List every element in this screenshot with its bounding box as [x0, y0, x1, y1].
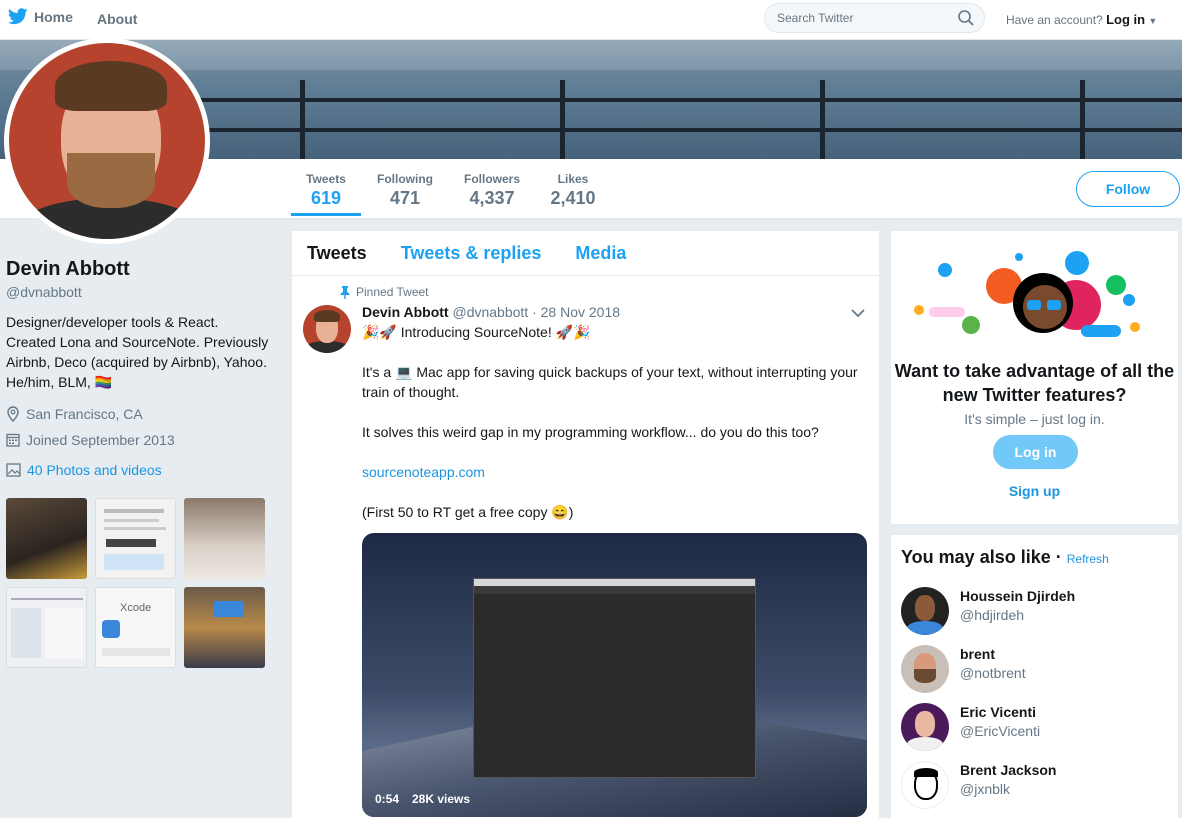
- user-avatar[interactable]: [901, 587, 949, 635]
- image-icon: [6, 463, 21, 477]
- user-name: brent: [960, 646, 995, 662]
- user-avatar[interactable]: [901, 645, 949, 693]
- tab-tweets[interactable]: Tweets: [307, 243, 367, 264]
- profile-avatar[interactable]: [4, 38, 210, 244]
- tweet-text: 🎉🚀 Introducing SourceNote! 🚀🎉 It's a 💻 M…: [362, 322, 872, 542]
- stat-likes[interactable]: Likes 2,410: [544, 172, 602, 209]
- suggested-user[interactable]: Houssein Djirdeh @hdjirdeh: [901, 587, 1171, 637]
- suggested-user[interactable]: Brent Jackson @jxnblk: [901, 761, 1171, 811]
- pinned-text: Pinned Tweet: [356, 285, 429, 299]
- joined-text: Joined September 2013: [26, 432, 175, 448]
- account-prompt: Have an account?: [1006, 13, 1103, 27]
- tweet-handle-date[interactable]: @dvnabbott · 28 Nov 2018: [452, 304, 620, 320]
- caret-down-icon[interactable]: ▼: [1148, 16, 1157, 26]
- profile-location: San Francisco, CA: [6, 406, 276, 422]
- video-views: 28K views: [412, 792, 471, 806]
- photo-thumbnail[interactable]: Xcode: [95, 587, 176, 668]
- photo-thumbnail[interactable]: [184, 498, 265, 579]
- user-handle: @jxnblk: [960, 781, 1011, 797]
- suggested-user[interactable]: brent @notbrent: [901, 645, 1171, 695]
- tweet-link[interactable]: sourcenoteapp.com: [362, 462, 872, 482]
- user-name: Houssein Djirdeh: [960, 588, 1076, 604]
- stat-label: Likes: [557, 172, 589, 186]
- login-dropdown[interactable]: Log in: [1106, 12, 1145, 27]
- suggestions-card: You may also like · Refresh Houssein Dji…: [891, 535, 1178, 818]
- tweet-video[interactable]: 0:54 28K views: [362, 533, 867, 817]
- search-icon[interactable]: [958, 10, 974, 26]
- account-area: Have an account? Log in ▼: [1006, 12, 1157, 27]
- user-avatar[interactable]: [901, 703, 949, 751]
- tweet-line: It solves this weird gap in my programmi…: [362, 424, 819, 440]
- search-input[interactable]: [777, 11, 937, 25]
- about-link[interactable]: About: [97, 11, 137, 27]
- pin-icon: [340, 285, 350, 299]
- signup-headline: Want to take advantage of all the new Tw…: [894, 361, 1175, 405]
- profile-sidebar: Devin Abbott @dvnabbott Designer/develop…: [6, 258, 276, 478]
- suggestions-header: You may also like · Refresh: [901, 547, 1109, 567]
- stat-value: 2,410: [550, 188, 596, 208]
- stat-label: Followers: [463, 172, 520, 186]
- tweet-author-name[interactable]: Devin Abbott: [362, 304, 449, 320]
- chevron-down-icon[interactable]: [851, 309, 865, 318]
- stat-following[interactable]: Following 471: [372, 172, 438, 209]
- photo-grid: Xcode: [6, 498, 266, 668]
- tweet-line: It's a 💻 Mac app for saving quick backup…: [362, 364, 858, 400]
- stat-label: Tweets: [306, 172, 346, 186]
- tab-tweets-replies[interactable]: Tweets & replies: [401, 243, 542, 264]
- tweet-header: Devin Abbott @dvnabbott · 28 Nov 2018: [362, 304, 620, 320]
- profile-name[interactable]: Devin Abbott: [6, 258, 276, 281]
- stat-followers[interactable]: Followers 4,337: [458, 172, 526, 209]
- profile-joined: Joined September 2013: [6, 432, 276, 448]
- tab-media[interactable]: Media: [575, 243, 626, 264]
- signup-card: Want to take advantage of all the new Tw…: [891, 231, 1178, 524]
- profile-handle[interactable]: @dvnabbott: [6, 284, 276, 300]
- user-avatar[interactable]: [901, 761, 949, 809]
- tweet-line: (First 50 to RT get a free copy 😄): [362, 504, 574, 520]
- tweet-line: 🎉🚀 Introducing SourceNote! 🚀🎉: [362, 324, 591, 340]
- timeline: Tweets Tweets & replies Media Pinned Twe…: [292, 231, 879, 818]
- signup-subtext: It's simple – just log in.: [964, 411, 1105, 427]
- stat-label: Following: [377, 172, 433, 186]
- features-illustration: [914, 251, 1140, 337]
- suggestions-title: You may also like: [901, 547, 1051, 567]
- stat-value: 4,337: [469, 188, 515, 208]
- stat-value: 619: [310, 188, 342, 208]
- follow-button[interactable]: Follow: [1076, 171, 1180, 207]
- photos-videos-link[interactable]: 40 Photos and videos: [6, 462, 276, 478]
- refresh-link[interactable]: Refresh: [1067, 552, 1109, 566]
- video-duration: 0:54: [375, 792, 400, 806]
- user-name: Eric Vicenti: [960, 704, 1037, 720]
- login-button[interactable]: Log in: [993, 435, 1078, 469]
- pinned-tweet-label: Pinned Tweet: [340, 285, 429, 299]
- user-handle: @EricVicenti: [960, 723, 1041, 739]
- stat-tweets[interactable]: Tweets 619: [291, 172, 361, 216]
- suggested-user[interactable]: Eric Vicenti @EricVicenti: [901, 703, 1171, 753]
- user-handle: @hdjirdeh: [960, 607, 1025, 623]
- location-pin-icon: [7, 406, 19, 422]
- photo-thumbnail[interactable]: [6, 498, 87, 579]
- stat-value: 471: [389, 188, 421, 208]
- timeline-tabs: Tweets Tweets & replies Media: [292, 231, 879, 276]
- user-name: Brent Jackson: [960, 762, 1057, 778]
- video-app-window: [473, 578, 756, 778]
- signup-link[interactable]: Sign up: [891, 483, 1178, 499]
- profile-bio: Designer/developer tools & React. Create…: [6, 314, 269, 390]
- photo-thumbnail[interactable]: [184, 587, 265, 668]
- photo-thumbnail[interactable]: [6, 587, 87, 668]
- home-link[interactable]: Home: [8, 8, 73, 25]
- photos-label: 40 Photos and videos: [27, 462, 162, 478]
- photo-thumbnail[interactable]: [95, 498, 176, 579]
- search-box: [764, 3, 985, 33]
- tweet-author-avatar[interactable]: [303, 305, 351, 353]
- top-navigation: Home About Have an account? Log in ▼: [0, 0, 1182, 40]
- home-label: Home: [34, 8, 73, 25]
- twitter-bird-icon: [8, 8, 28, 25]
- user-handle: @notbrent: [960, 665, 1026, 681]
- location-text: San Francisco, CA: [26, 406, 143, 422]
- calendar-icon: [6, 433, 20, 447]
